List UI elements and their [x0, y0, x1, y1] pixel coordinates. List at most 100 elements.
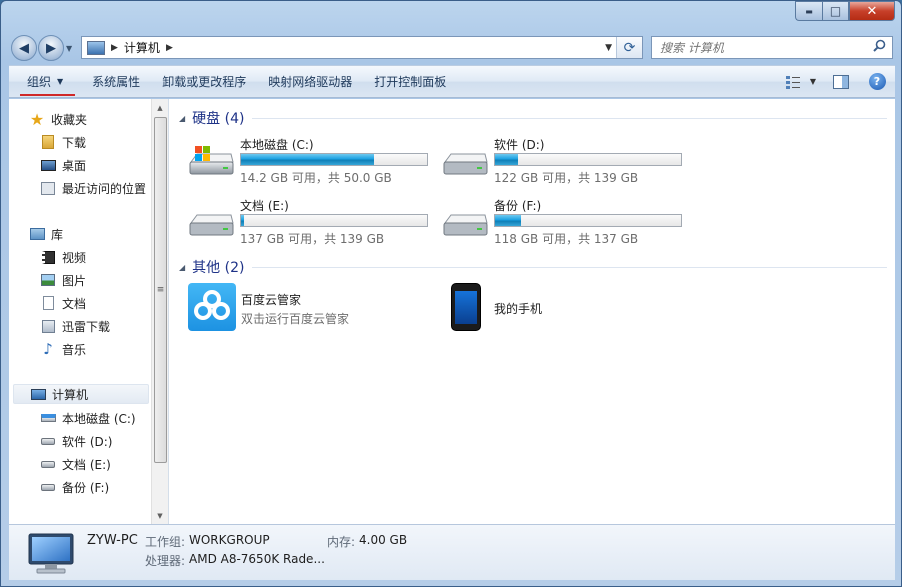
drive-tile-e[interactable]: 文档 (E:) 137 GB 可用，共 139 GB — [187, 197, 437, 253]
sidebar-item-videos[interactable]: 视频 — [40, 247, 86, 267]
sidebar-item-drive-d[interactable]: 软件 (D:) — [40, 431, 112, 451]
back-button[interactable]: ◀ — [11, 35, 37, 61]
downloads-folder-icon — [42, 135, 54, 149]
recent-places-icon — [41, 181, 55, 195]
drive-usage-bar — [494, 214, 682, 227]
group-title: 其他 (2) — [192, 260, 245, 276]
explorer-window: ▬ □ ✕ ◀ ▶ ▼ ▶ 计算机 ▶ ▼ ⟳ 组织 ▼ 系统属性 卸载或更改程… — [0, 0, 902, 587]
sidebar-item-label: 音乐 — [62, 342, 87, 357]
sidebar-item-label: 备份 (F:) — [62, 480, 110, 495]
change-view-button[interactable]: ▼ — [779, 66, 823, 97]
address-dropdown-icon[interactable]: ▼ — [605, 43, 612, 53]
baidu-cloud-icon — [188, 283, 236, 331]
drive-tile-f[interactable]: 备份 (F:) 118 GB 可用，共 137 GB — [441, 197, 691, 253]
details-pane: ZYW-PC 工作组: WORKGROUP 内存: 4.00 GB 处理器: A… — [9, 524, 895, 580]
sidebar-item-computer[interactable]: 计算机 — [13, 384, 149, 404]
phone-icon — [451, 283, 481, 331]
computer-name: ZYW-PC — [87, 533, 138, 548]
forward-arrow-icon: ▶ — [46, 40, 56, 56]
processor-label: 处理器: — [145, 554, 186, 568]
sidebar-item-pictures[interactable]: 图片 — [40, 270, 86, 290]
uninstall-program-button[interactable]: 卸载或更改程序 — [151, 66, 257, 97]
other-group-header[interactable]: ◢ 其他 (2) — [179, 257, 887, 277]
sidebar-item-label: 下载 — [62, 135, 87, 150]
memory-label: 内存: — [327, 535, 356, 549]
drive-tile-d[interactable]: 软件 (D:) 122 GB 可用，共 139 GB — [441, 136, 691, 192]
preview-pane-button[interactable] — [823, 66, 859, 97]
navigation-pane: ★ 收藏夹 下载 桌面 最近访问的位置 库 视频 图片 文档 迅雷下载 ♪ 音乐… — [9, 99, 169, 524]
content-pane: ◢ 硬盘 (4) 本地磁盘 (C:) 14.2 GB 可用，共 50.0 GB — [169, 99, 895, 524]
organize-underline — [20, 94, 75, 96]
drive-space-info: 118 GB 可用，共 137 GB — [494, 232, 639, 246]
organize-label: 组织 — [27, 75, 52, 89]
maximize-button[interactable]: □ — [822, 1, 849, 21]
sidebar-item-label: 桌面 — [62, 158, 87, 173]
navigation-buttons: ◀ ▶ ▼ — [11, 34, 72, 62]
breadcrumb-separator[interactable]: ▶ — [111, 43, 118, 53]
address-bar[interactable]: ▶ 计算机 ▶ ▼ ⟳ — [81, 36, 643, 59]
scroll-up-button[interactable]: ▲ — [152, 99, 168, 116]
item-name: 我的手机 — [494, 302, 543, 316]
sidebar-item-label: 收藏夹 — [51, 112, 88, 127]
open-control-panel-button[interactable]: 打开控制面板 — [363, 66, 457, 97]
navigation-scrollbar[interactable]: ▲ ≡ ▼ — [151, 99, 168, 524]
memory-value: 4.00 GB — [359, 533, 408, 547]
sidebar-item-label: 最近访问的位置 — [62, 181, 147, 196]
drive-name: 本地磁盘 (C:) — [240, 138, 314, 152]
drive-usage-bar — [240, 153, 428, 166]
drive-tile-c[interactable]: 本地磁盘 (C:) 14.2 GB 可用，共 50.0 GB — [187, 136, 437, 192]
scroll-thumb[interactable]: ≡ — [154, 117, 167, 463]
search-icon[interactable] — [873, 39, 886, 56]
minimize-button[interactable]: ▬ — [795, 1, 822, 21]
toolbar-right: ▼ ? — [779, 66, 895, 97]
computer-icon — [87, 40, 105, 55]
breadcrumb-separator-2[interactable]: ▶ — [166, 43, 173, 53]
group-divider — [252, 266, 887, 268]
item-name: 百度云管家 — [241, 293, 302, 307]
recent-pages-dropdown[interactable]: ▼ — [66, 44, 72, 53]
drive-usage-fill — [241, 215, 244, 226]
processor-value: AMD A8-7650K Rade... — [189, 552, 325, 566]
sidebar-item-xunlei-downloads[interactable]: 迅雷下载 — [40, 316, 110, 336]
system-drive-icon — [189, 146, 234, 175]
scroll-down-button[interactable]: ▼ — [152, 507, 168, 524]
system-properties-button[interactable]: 系统属性 — [81, 66, 151, 97]
my-phone-item[interactable]: 我的手机 — [441, 283, 641, 333]
sidebar-item-label: 图片 — [62, 273, 87, 288]
help-icon: ? — [868, 73, 886, 90]
search-input[interactable] — [660, 40, 860, 55]
hard-drive-icon — [41, 483, 55, 491]
sidebar-item-recent-places[interactable]: 最近访问的位置 — [40, 178, 146, 198]
sidebar-item-downloads[interactable]: 下载 — [40, 132, 86, 152]
help-button[interactable]: ? — [859, 66, 895, 97]
close-button[interactable]: ✕ — [849, 1, 895, 21]
breadcrumb-computer[interactable]: 计算机 — [124, 39, 160, 56]
chevron-down-icon: ▼ — [57, 77, 64, 86]
sidebar-item-documents[interactable]: 文档 — [40, 293, 86, 313]
desktop-icon — [40, 159, 56, 171]
forward-button[interactable]: ▶ — [38, 35, 64, 61]
sidebar-item-label: 迅雷下载 — [62, 319, 111, 334]
document-icon — [42, 296, 54, 310]
sidebar-item-label: 软件 (D:) — [62, 434, 113, 449]
sidebar-item-favorites[interactable]: ★ 收藏夹 — [29, 109, 87, 129]
computer-icon — [30, 388, 46, 400]
sidebar-item-drive-e[interactable]: 文档 (E:) — [40, 454, 111, 474]
computer-icon — [28, 533, 74, 574]
baidu-cloud-item[interactable]: 百度云管家 双击运行百度云管家 — [188, 283, 408, 333]
item-description: 双击运行百度云管家 — [241, 312, 350, 326]
sidebar-item-libraries[interactable]: 库 — [29, 224, 63, 244]
sidebar-item-desktop[interactable]: 桌面 — [40, 155, 86, 175]
system-drive-icon — [40, 414, 56, 422]
back-arrow-icon: ◀ — [19, 40, 29, 56]
sidebar-item-music[interactable]: ♪ 音乐 — [40, 339, 86, 359]
sidebar-item-drive-f[interactable]: 备份 (F:) — [40, 477, 109, 497]
refresh-icon[interactable]: ⟳ — [616, 37, 642, 58]
organize-button[interactable]: 组织 ▼ — [9, 66, 81, 97]
search-box[interactable] — [651, 36, 893, 59]
hard-disks-group-header[interactable]: ◢ 硬盘 (4) — [179, 108, 887, 128]
sidebar-item-label: 计算机 — [52, 387, 89, 402]
map-network-drive-button[interactable]: 映射网络驱动器 — [257, 66, 363, 97]
sidebar-item-drive-c[interactable]: 本地磁盘 (C:) — [40, 408, 136, 428]
workgroup-value: WORKGROUP — [189, 533, 270, 547]
